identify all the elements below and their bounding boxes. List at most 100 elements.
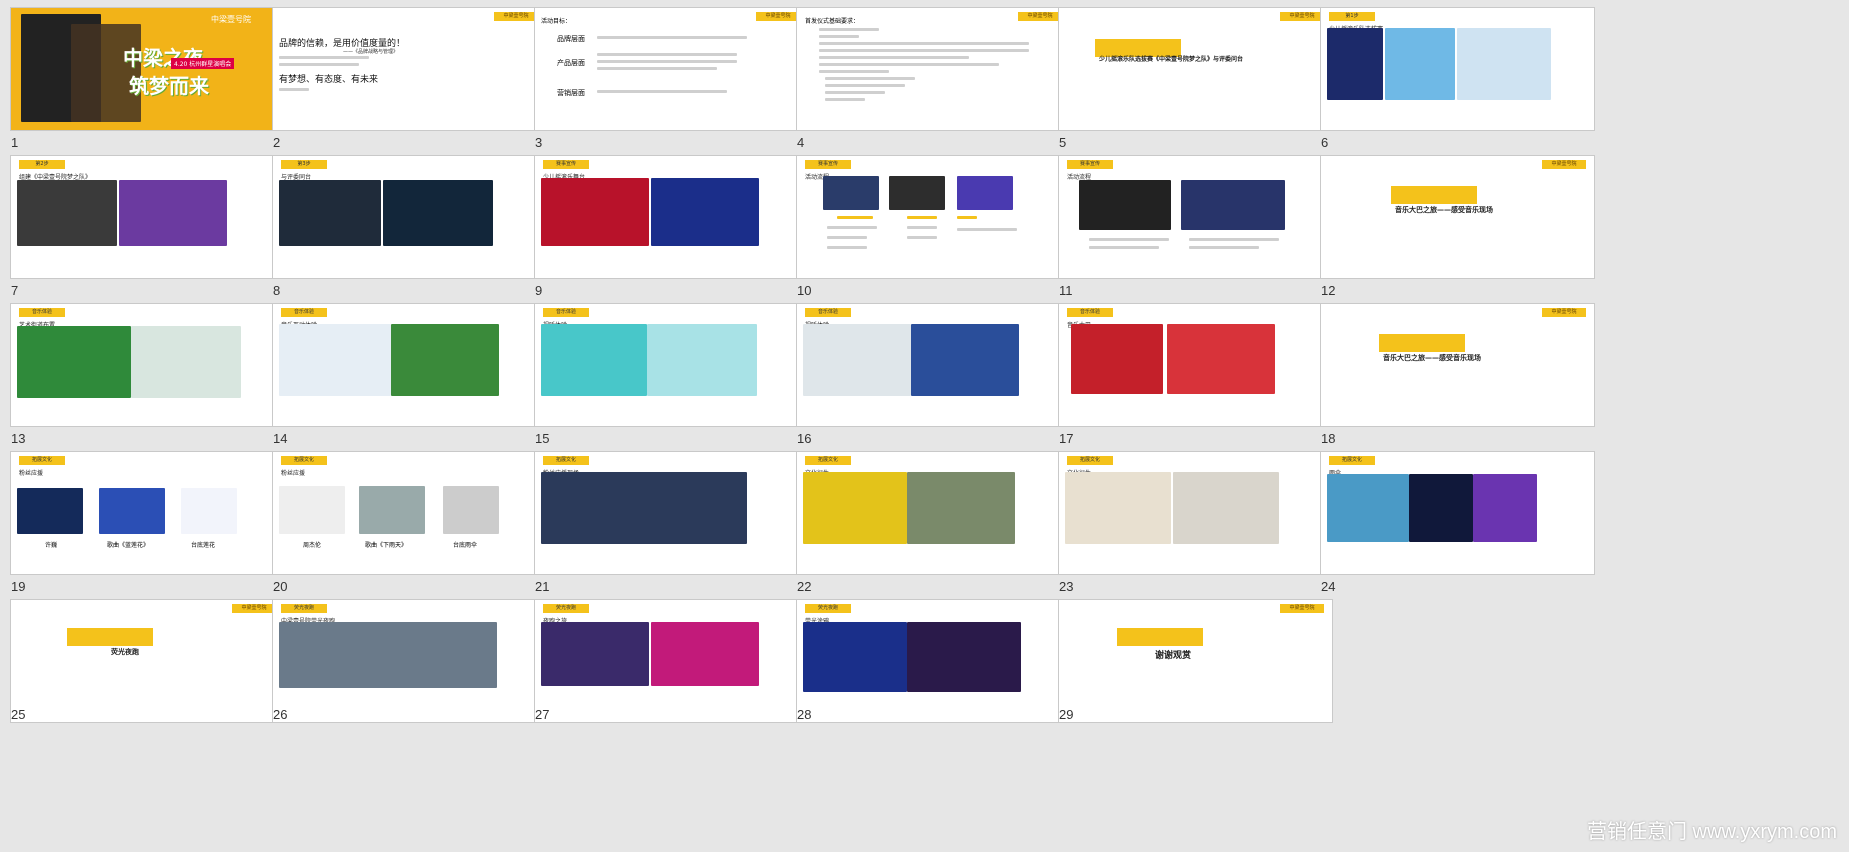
- slide-10[interactable]: 赛事宣传 活动流程: [797, 156, 1070, 278]
- label: 许巍: [45, 542, 58, 549]
- brand-logo-icon: 中梁壹号院: [1280, 604, 1324, 613]
- slide-tag: 拓展文化: [805, 456, 851, 465]
- slide-18-title: 音乐大巴之旅——感受音乐现场: [1383, 354, 1481, 362]
- slide-19-title: 粉丝应援: [19, 470, 44, 477]
- slide-7[interactable]: 第2步 组建《中梁壹号院梦之队》: [11, 156, 284, 278]
- slide-number: 28: [797, 707, 812, 722]
- slide-number: 1: [11, 135, 19, 150]
- slide-24[interactable]: 拓展文化 雨伞: [1321, 452, 1594, 574]
- slide-tag: 第2步: [19, 160, 65, 169]
- slide-tag: 音乐体验: [281, 308, 327, 317]
- slide-tag: 音乐体验: [1067, 308, 1113, 317]
- slide-13[interactable]: 音乐体验 艺术街道布置: [11, 304, 284, 426]
- slide-number: 20: [273, 579, 288, 594]
- slide-1[interactable]: 中梁之夜 筑梦而来 4.20 杭州群星演唱会 中梁壹号院: [11, 8, 284, 130]
- slide-20[interactable]: 拓展文化 粉丝应援 周杰伦 歌曲《下雨天》 台底雨伞: [273, 452, 546, 574]
- slide-tag: 拓展文化: [281, 456, 327, 465]
- slide-number: 13: [11, 431, 26, 446]
- slide-25[interactable]: 中梁壹号院 荧光夜跑: [11, 600, 284, 722]
- slide-tag: 拓展文化: [1329, 456, 1375, 465]
- brand-label: 中梁壹号院: [211, 15, 251, 24]
- slide-23[interactable]: 拓展文化 文化衍生: [1059, 452, 1332, 574]
- slide-27[interactable]: 荧光夜跑 夜跑之旅: [535, 600, 808, 722]
- slide-number: 11: [1059, 283, 1073, 298]
- slide-number: 18: [1321, 431, 1336, 446]
- row-label: 品牌层面: [557, 35, 585, 43]
- slide-number: 10: [797, 283, 812, 298]
- slide-14[interactable]: 音乐体验 音乐互动体验: [273, 304, 546, 426]
- brand-logo-icon: 中梁壹号院: [756, 12, 800, 21]
- slide-tag: 荧光夜跑: [281, 604, 327, 613]
- slide-4[interactable]: 中梁壹号院 首发仪式基础要求：: [797, 8, 1070, 130]
- slide-number: 9: [535, 283, 543, 298]
- slide-25-title: 荧光夜跑: [111, 648, 139, 656]
- slide-12-title: 音乐大巴之旅——感受音乐现场: [1395, 206, 1493, 214]
- slide-number: 21: [535, 579, 550, 594]
- brand-logo-icon: 中梁壹号院: [1280, 12, 1324, 21]
- slide-6[interactable]: 第1步 少儿摇滚乐队选拔赛: [1321, 8, 1594, 130]
- slide-29[interactable]: 中梁壹号院 谢谢观赏: [1059, 600, 1332, 722]
- slide-number: 16: [797, 431, 812, 446]
- slide-tag: 音乐体验: [805, 308, 851, 317]
- slide-tag: 赛事宣传: [805, 160, 851, 169]
- brand-logo-icon: 中梁壹号院: [1542, 308, 1586, 317]
- slide-tag: 拓展文化: [543, 456, 589, 465]
- slide-number: 2: [273, 135, 281, 150]
- slide-number: 17: [1059, 431, 1074, 446]
- slide-tag: 拓展文化: [1067, 456, 1113, 465]
- slide-tag: 拓展文化: [19, 456, 65, 465]
- slide-tag: 赛事宣传: [1067, 160, 1113, 169]
- slide-tag: 音乐体验: [543, 308, 589, 317]
- brand-logo-icon: 中梁壹号院: [1018, 12, 1062, 21]
- slide-3-heading: 活动目标：: [541, 18, 572, 25]
- slide-26[interactable]: 荧光夜跑 中梁壹号院荧光夜跑: [273, 600, 546, 722]
- slide-19[interactable]: 拓展文化 粉丝应援 许巍 歌曲《蓝莲花》 台底莲花: [11, 452, 284, 574]
- slide-tag: 音乐体验: [19, 308, 65, 317]
- slide-22[interactable]: 拓展文化 文化衍生: [797, 452, 1070, 574]
- brand-logo-icon: 中梁壹号院: [232, 604, 276, 613]
- slide-28[interactable]: 荧光夜跑 荧光涂鸦: [797, 600, 1070, 722]
- slide-number: 14: [273, 431, 288, 446]
- slide-number: 22: [797, 579, 812, 594]
- slide-tag: 荧光夜跑: [543, 604, 589, 613]
- slide-5[interactable]: 中梁壹号院 少儿摇滚乐队选拔赛《中梁壹号院梦之队》与评委问台: [1059, 8, 1332, 130]
- slide-12[interactable]: 中梁壹号院 音乐大巴之旅——感受音乐现场: [1321, 156, 1594, 278]
- row-label: 营销层面: [557, 89, 585, 97]
- slide-number: 6: [1321, 135, 1329, 150]
- slide-29-title: 谢谢观赏: [1155, 651, 1192, 661]
- slide-20-title: 粉丝应援: [281, 470, 306, 477]
- label: 台底莲花: [191, 542, 216, 549]
- slide-tag: 第1步: [1329, 12, 1375, 21]
- slide-tag: 赛事宣传: [543, 160, 589, 169]
- watermark: 营销任意门 www.yxrym.com: [1587, 821, 1837, 843]
- slide-number: 24: [1321, 579, 1336, 594]
- brand-logo-icon: 中梁壹号院: [494, 12, 538, 21]
- slide-5-title: 少儿摇滚乐队选拔赛《中梁壹号院梦之队》与评委问台: [1099, 56, 1244, 63]
- event-banner: 4.20 杭州群星演唱会: [171, 58, 235, 69]
- slide-3[interactable]: 中梁壹号院 活动目标： 品牌层面 产品层面 营销层面: [535, 8, 808, 130]
- slide-8[interactable]: 第3步 与评委同台: [273, 156, 546, 278]
- slide-number: 7: [11, 283, 19, 298]
- slide-4-heading: 首发仪式基础要求：: [805, 18, 860, 25]
- slide-18[interactable]: 中梁壹号院 音乐大巴之旅——感受音乐现场: [1321, 304, 1594, 426]
- label: 周杰伦: [303, 542, 322, 549]
- slide-number: 25: [11, 707, 26, 722]
- slide-17[interactable]: 音乐体验 音乐大巴: [1059, 304, 1332, 426]
- slide-21[interactable]: 拓展文化 粉丝应援现场: [535, 452, 808, 574]
- slide-number: 15: [535, 431, 550, 446]
- slide-tag: 第3步: [281, 160, 327, 169]
- slide-15[interactable]: 音乐体验 视听体验: [535, 304, 808, 426]
- slide-number: 19: [11, 579, 26, 594]
- slide-16[interactable]: 音乐体验 视听体验: [797, 304, 1070, 426]
- row-label: 产品层面: [557, 59, 585, 67]
- slide-number: 26: [273, 707, 288, 722]
- slide-number: 8: [273, 283, 281, 298]
- slide-2[interactable]: 中梁壹号院 品牌的信赖，是用价值度量的！ ——《品牌战略与管理》 有梦想、有态度…: [273, 8, 546, 130]
- slide-number: 5: [1059, 135, 1067, 150]
- slide-2-tagline: 有梦想、有态度、有未来: [279, 75, 379, 85]
- slide-number: 12: [1321, 283, 1336, 298]
- slide-number: 4: [797, 135, 805, 150]
- label: 歌曲《下雨天》: [365, 542, 408, 549]
- slide-11[interactable]: 赛事宣传 活动流程: [1059, 156, 1332, 278]
- slide-9[interactable]: 赛事宣传 少儿摇滚乐舞台: [535, 156, 808, 278]
